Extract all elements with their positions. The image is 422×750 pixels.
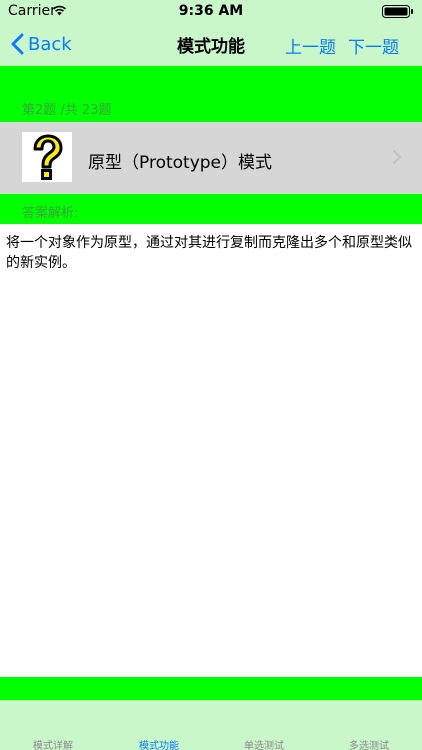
status-bar: Carrier 9:36 AM xyxy=(0,0,422,22)
answer-label: 答案解析: xyxy=(22,206,79,221)
tab-single-choice-test[interactable]: 单选测试 xyxy=(211,737,317,750)
status-time: 9:36 AM xyxy=(178,3,244,19)
question-mark-icon xyxy=(22,132,72,182)
previous-question-button[interactable]: 上一题 xyxy=(285,33,336,58)
tab-bar: 模式详解 模式功能 单选测试 多选测试 xyxy=(0,700,422,750)
navigation-bar: Back 模式功能 上一题 下一题 xyxy=(0,22,422,66)
footer-band xyxy=(0,677,422,700)
answer-text: 将一个对象作为原型，通过对其进行复制而克隆出多个和原型类似的新实例。 xyxy=(6,235,412,271)
tab-pattern-details[interactable]: 模式详解 xyxy=(0,737,106,750)
battery-icon xyxy=(382,5,413,18)
question-row[interactable]: 原型（Prototype）模式 xyxy=(0,122,422,194)
chevron-left-icon xyxy=(11,33,24,55)
back-label: Back xyxy=(28,33,72,55)
chevron-right-icon xyxy=(393,150,401,164)
question-counter: 第2题 /共 23题 xyxy=(22,103,112,118)
back-button[interactable]: Back xyxy=(10,30,72,58)
tab-multiple-choice-test[interactable]: 多选测试 xyxy=(316,737,422,750)
question-title: 原型（Prototype）模式 xyxy=(88,153,273,173)
next-question-button[interactable]: 下一题 xyxy=(348,33,399,58)
tab-pattern-function[interactable]: 模式功能 xyxy=(106,737,212,750)
